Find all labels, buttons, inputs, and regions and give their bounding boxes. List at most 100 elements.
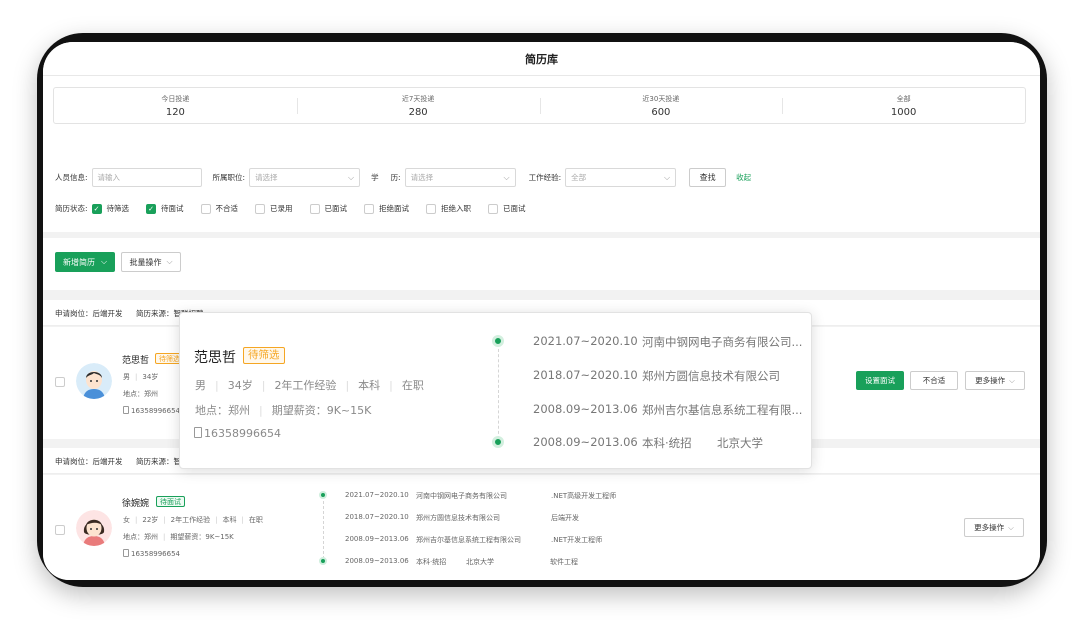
timeline-work-icon bbox=[492, 335, 504, 347]
status-checkbox[interactable]: 拒绝面试 bbox=[364, 203, 409, 214]
more-actions-button[interactable]: 更多操作 ⌵ bbox=[965, 371, 1025, 390]
location-salary: 地点：郑州 | 期望薪资：9K~15K bbox=[123, 533, 234, 541]
phone-number: 16358996654 bbox=[131, 550, 180, 558]
phone-number: 16358996654 bbox=[204, 427, 281, 440]
chevron-down-icon: ⌵ bbox=[1008, 522, 1014, 532]
collapse-link[interactable]: 收起 bbox=[736, 172, 751, 183]
education-label-second: 历: bbox=[390, 173, 401, 182]
set-interview-button[interactable]: 设置面试 bbox=[856, 371, 904, 390]
experience-select[interactable]: 全部 ⌵ bbox=[565, 168, 677, 187]
batch-actions-label: 批量操作 bbox=[129, 257, 162, 267]
more-actions-button[interactable]: 更多操作 ⌵ bbox=[964, 518, 1024, 537]
candidate-name[interactable]: 范思哲 bbox=[122, 353, 149, 366]
status-checkbox[interactable]: ✓ 待筛选 bbox=[91, 203, 130, 214]
candidate-card[interactable]: 徐婉婉 待面试 女 | 22岁 | 2年工作经验 | 本科 | 在职 地点：郑州 | 期望薪资：9K… bbox=[43, 475, 1040, 580]
phone: 16358996654 bbox=[123, 549, 180, 558]
education-select[interactable]: 请选择 ⌵ bbox=[404, 168, 516, 187]
candidate-info: 男 | 34岁 bbox=[123, 373, 159, 381]
timeline-line bbox=[498, 349, 499, 439]
location: 地点：郑州 bbox=[123, 533, 158, 541]
employment-status: 在职 bbox=[401, 379, 424, 392]
experience-label: 工作经验: bbox=[528, 173, 562, 182]
education-placeholder: 请选择 bbox=[410, 173, 434, 182]
stat-label: 近30天投递 bbox=[642, 95, 680, 103]
popup-timeline-period: 2008.09~2013.06 bbox=[533, 402, 638, 416]
stat-today[interactable]: 今日投递 120 bbox=[54, 88, 297, 123]
age: 34岁 bbox=[227, 379, 253, 392]
timeline-major: 软件工程 bbox=[550, 558, 578, 566]
stat-label: 全部 bbox=[896, 95, 911, 103]
gender: 男 bbox=[123, 373, 130, 381]
timeline-line bbox=[323, 501, 324, 559]
status-checkbox[interactable]: 不合适 bbox=[200, 203, 238, 214]
expected-salary: 期望薪资：9K~15K bbox=[170, 533, 234, 541]
row-checkbox[interactable] bbox=[55, 377, 65, 387]
batch-actions-button[interactable]: 批量操作 ⌵ bbox=[121, 252, 181, 272]
phone-icon bbox=[123, 406, 129, 414]
status-label: 简历状态: bbox=[55, 204, 88, 213]
status-checkbox[interactable]: 已面试 bbox=[309, 203, 348, 214]
phone-icon bbox=[123, 549, 129, 557]
status-badge: 待面试 bbox=[156, 496, 185, 507]
timeline-role: .NET开发工程师 bbox=[551, 536, 603, 544]
action-panel: 新增简历 ⌵ 批量操作 ⌵ bbox=[43, 238, 1040, 290]
status-checkbox[interactable]: 已录用 bbox=[255, 203, 293, 214]
education: 本科 bbox=[222, 516, 237, 524]
timeline-period: 2021.07~2020.10 bbox=[345, 491, 409, 499]
candidate-preview-popup: 范思哲 待筛选 男 | 34岁 | 2年工作经验 | 本科 | 在职 地点：郑州 | 期望薪资：9K… bbox=[179, 312, 812, 469]
status-checkbox[interactable]: 拒绝入职 bbox=[426, 203, 471, 214]
status-checkbox[interactable]: 已面试 bbox=[488, 203, 526, 214]
position-label: 所属职位: bbox=[212, 173, 246, 182]
unfit-button[interactable]: 不合适 bbox=[910, 371, 958, 390]
phone-number: 16358996654 bbox=[131, 407, 180, 415]
timeline-org: 郑州吉尔基信息系统工程有限公司 bbox=[416, 536, 521, 544]
status-option-label: 拒绝面试 bbox=[379, 204, 410, 213]
stat-value: 280 bbox=[408, 107, 428, 118]
app-screen: 简历库 今日投递 120 近7天投递 280 近30天投递 600 全部 100… bbox=[43, 42, 1040, 580]
timeline-org: 郑州方圆信息技术有限公司 bbox=[416, 514, 500, 522]
status-option-label: 已面试 bbox=[324, 204, 348, 213]
status-checkbox[interactable]: ✓ 待面试 bbox=[146, 203, 184, 214]
position-select[interactable]: 请选择 ⌵ bbox=[249, 168, 361, 187]
timeline-degree: 本科·统招 bbox=[416, 558, 447, 566]
employment-status: 在职 bbox=[248, 516, 263, 524]
person-info-placeholder: 请输入 bbox=[97, 173, 121, 182]
resume-source: 简历来源：智 bbox=[136, 457, 181, 466]
popup-status-badge: 待筛选 bbox=[243, 347, 285, 364]
stat-30days[interactable]: 近30天投递 600 bbox=[539, 88, 783, 123]
timeline-period: 2018.07~2020.10 bbox=[345, 513, 409, 521]
status-option-label: 待筛选 bbox=[106, 204, 130, 213]
candidate-name[interactable]: 徐婉婉 bbox=[122, 496, 149, 509]
checkbox-icon bbox=[200, 203, 211, 214]
checkbox-icon bbox=[488, 203, 499, 214]
expected-salary: 期望薪资：9K~15K bbox=[271, 404, 372, 417]
popup-timeline-period: 2021.07~2020.10 bbox=[533, 334, 638, 348]
search-button[interactable]: 查找 bbox=[689, 168, 727, 187]
timeline-role: .NET高级开发工程师 bbox=[551, 492, 617, 500]
timeline-education-icon bbox=[319, 557, 327, 565]
stat-7days[interactable]: 近7天投递 280 bbox=[296, 88, 540, 123]
location: 地点：郑州 bbox=[195, 404, 250, 417]
apply-position: 申请岗位：后端开发 bbox=[55, 309, 123, 318]
add-resume-label: 新增简历 bbox=[62, 257, 95, 267]
stat-all[interactable]: 全部 1000 bbox=[782, 88, 1025, 123]
add-resume-button[interactable]: 新增简历 ⌵ bbox=[55, 252, 115, 272]
person-info-input[interactable]: 请输入 bbox=[91, 168, 202, 187]
checkbox-icon bbox=[309, 203, 320, 214]
experience: 2年工作经验 bbox=[274, 379, 337, 392]
popup-phone: 16358996654 bbox=[194, 427, 281, 440]
popup-timeline-org: 郑州吉尔基信息系统工程有限... bbox=[642, 403, 803, 417]
stat-value: 120 bbox=[165, 107, 185, 118]
timeline-school: 北京大学 bbox=[466, 558, 494, 566]
popup-timeline-org: 河南中钢网电子商务有限公司... bbox=[642, 335, 803, 349]
popup-timeline-period: 2008.09~2013.06 bbox=[533, 435, 638, 449]
stat-value: 600 bbox=[651, 107, 671, 118]
chevron-down-icon: ⌵ bbox=[166, 257, 173, 266]
timeline-role: 后端开发 bbox=[551, 514, 579, 522]
checkbox-icon bbox=[364, 203, 375, 214]
experience-value: 全部 bbox=[571, 173, 587, 182]
row-checkbox[interactable] bbox=[55, 525, 65, 535]
divider bbox=[43, 75, 1040, 76]
chevron-down-icon: ⌵ bbox=[503, 172, 510, 182]
phone-icon bbox=[194, 427, 202, 438]
